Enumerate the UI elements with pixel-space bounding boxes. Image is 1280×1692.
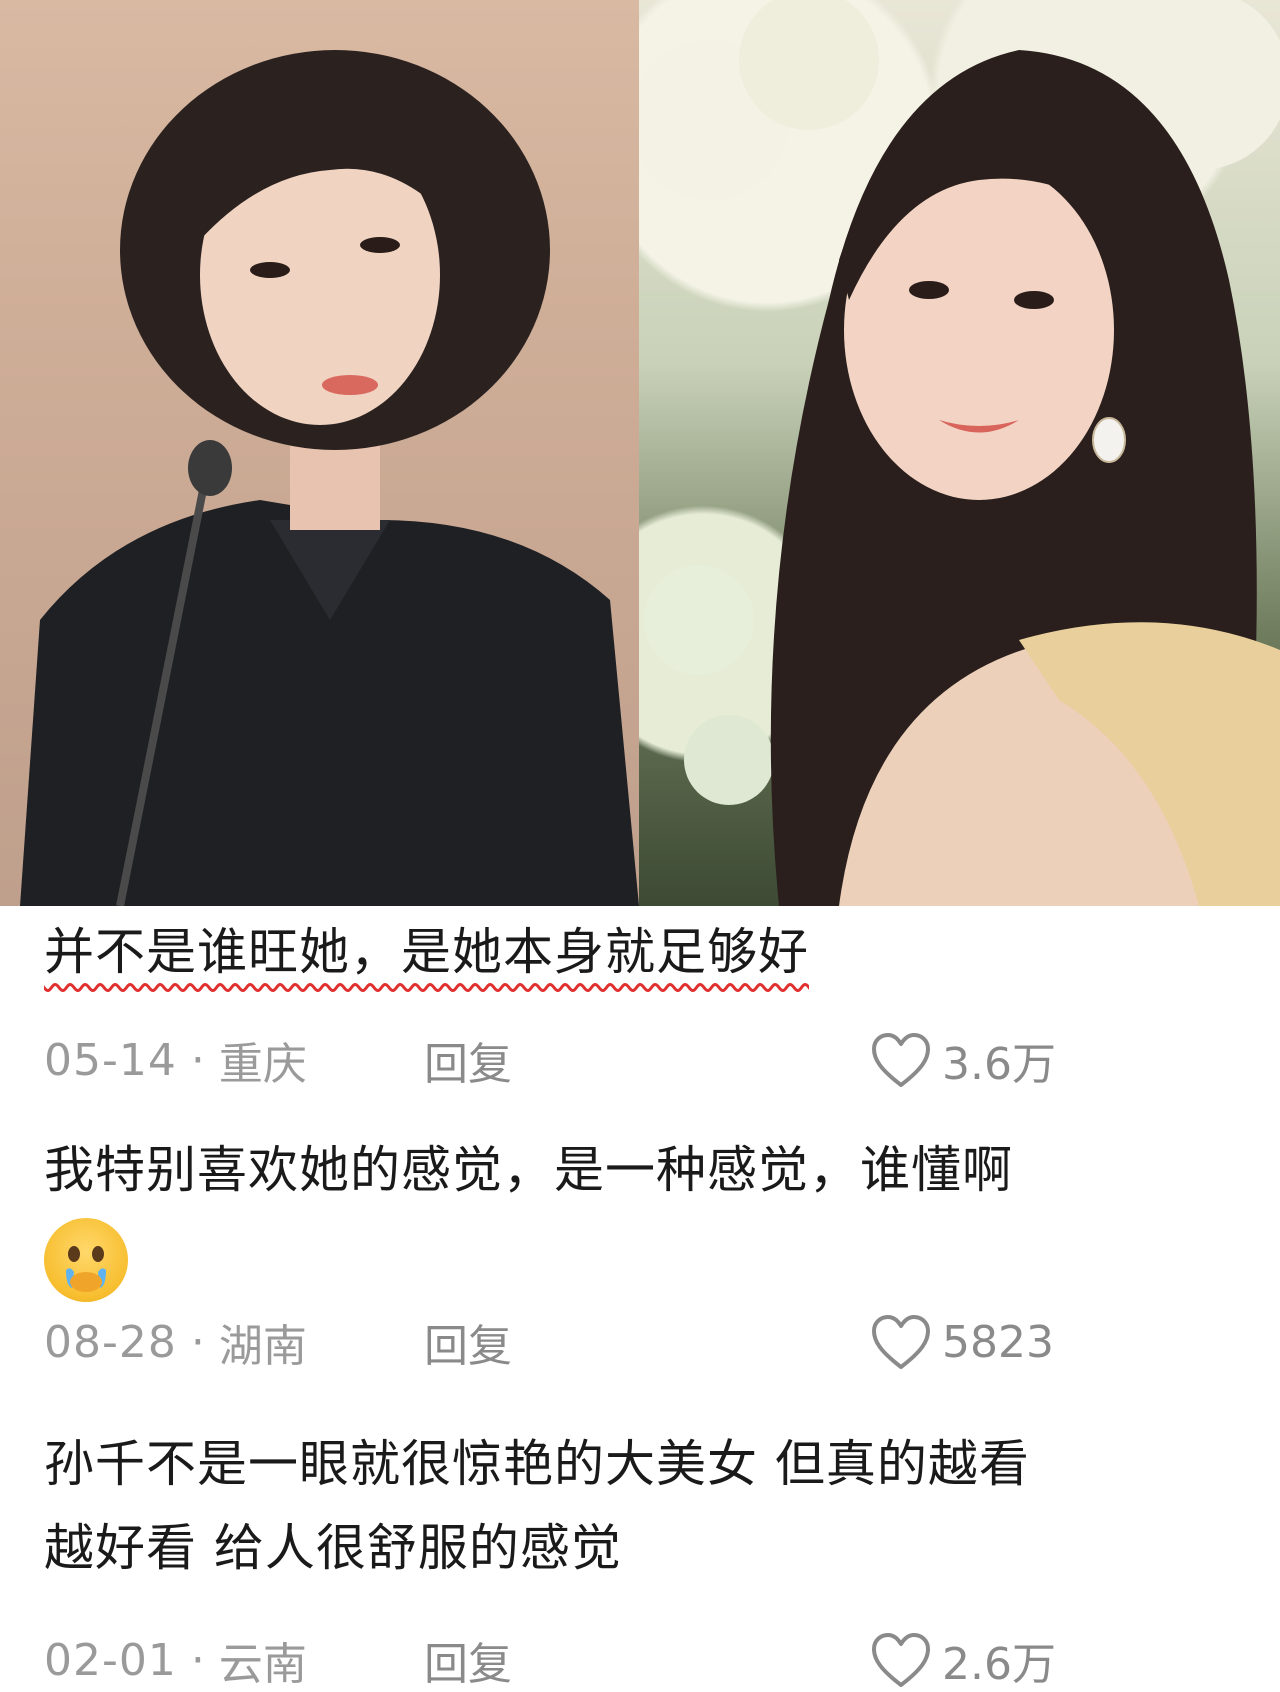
- reply-button[interactable]: 回复: [424, 1310, 512, 1374]
- like-count: 2.6万: [942, 1639, 1056, 1690]
- like-button[interactable]: 2.6万: [870, 1628, 1056, 1692]
- reply-button[interactable]: 回复: [424, 1628, 512, 1692]
- comment-date: 02-01: [44, 1634, 177, 1686]
- heart-icon: [872, 1633, 930, 1687]
- reply-button[interactable]: 回复: [424, 1028, 512, 1092]
- like-count: 5823: [942, 1316, 1054, 1368]
- comment-text: 我特别喜欢她的感觉，是一种感觉，谁懂啊: [44, 1141, 1013, 1199]
- comment-location: 云南: [218, 1639, 307, 1690]
- comment-text: 并不是谁旺她，是她本身就足够好: [44, 918, 1244, 986]
- comment-3: 孙千不是一眼就很惊艳的大美女 但真的越看 越好看 给人很舒服的感觉: [44, 1430, 1244, 1582]
- crying-face-emoji-icon: [44, 1218, 128, 1302]
- meta-separator: ·: [190, 1034, 205, 1086]
- right-photo-illustration: [639, 0, 1280, 906]
- comment-emoji-row: [44, 1218, 1244, 1306]
- comment-location: 湖南: [218, 1321, 307, 1372]
- comment-text-line-2: 越好看 给人很舒服的感觉: [44, 1519, 622, 1577]
- heart-icon: [872, 1033, 930, 1087]
- meta-separator: ·: [190, 1316, 205, 1368]
- comment-meta: 08-28 · 湖南 回复 5823: [44, 1312, 1164, 1372]
- comment-1: 并不是谁旺她，是她本身就足够好: [44, 918, 1244, 986]
- meta-separator: ·: [190, 1634, 205, 1686]
- comment-text-line-1: 孙千不是一眼就很惊艳的大美女 但真的越看: [44, 1435, 1030, 1493]
- left-photo-illustration: [20, 50, 639, 906]
- comment-meta: 02-01 · 云南 回复 2.6万: [44, 1630, 1164, 1690]
- like-button[interactable]: 3.6万: [870, 1028, 1056, 1092]
- photo-collage: [0, 0, 1280, 906]
- left-photo[interactable]: [0, 0, 639, 906]
- comment-meta: 05-14 · 重庆 回复 3.6万: [44, 1030, 1164, 1090]
- heart-icon: [872, 1315, 930, 1369]
- like-count: 3.6万: [942, 1039, 1056, 1090]
- comment-date: 05-14: [44, 1034, 177, 1086]
- comment-2: 我特别喜欢她的感觉，是一种感觉，谁懂啊: [44, 1136, 1244, 1306]
- highlighted-comment-text: 并不是谁旺她，是她本身就足够好: [44, 923, 809, 981]
- right-photo[interactable]: [639, 0, 1280, 906]
- like-button[interactable]: 5823: [870, 1313, 1054, 1371]
- comment-location: 重庆: [218, 1039, 307, 1090]
- comment-date: 08-28: [44, 1316, 177, 1368]
